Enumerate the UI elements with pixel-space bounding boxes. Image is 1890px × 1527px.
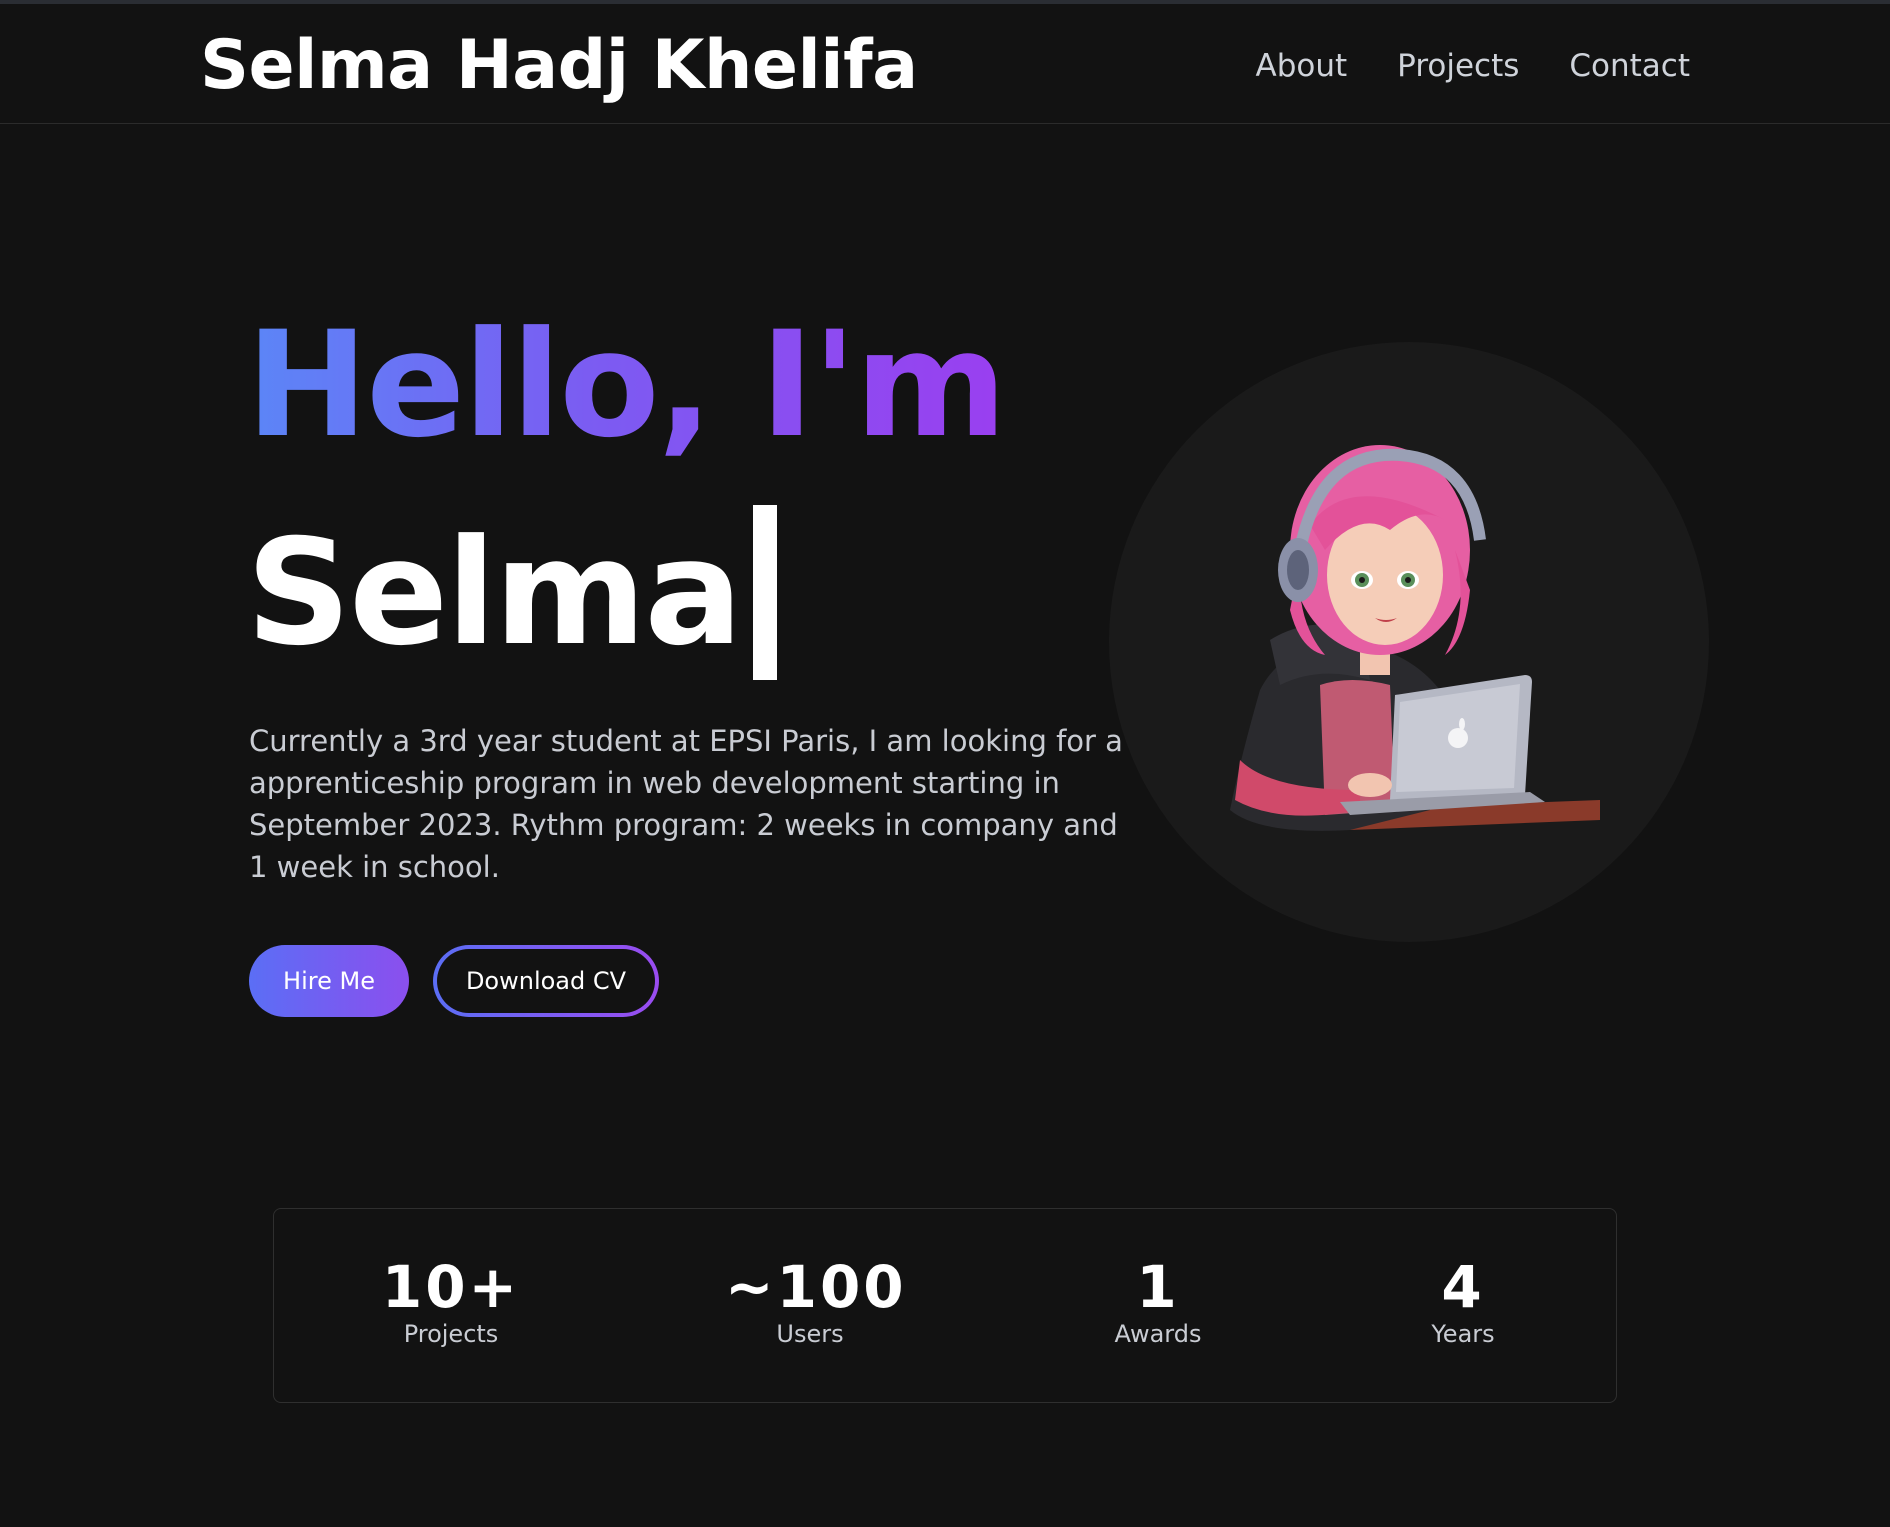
stat-label: Projects xyxy=(403,1320,499,1348)
stat-label: Users xyxy=(776,1320,844,1348)
site-brand[interactable]: Selma Hadj Khelifa xyxy=(200,26,918,106)
nav-about[interactable]: About xyxy=(1256,48,1348,84)
stat-value: ~100 xyxy=(725,1253,907,1321)
stat-label: Years xyxy=(1431,1320,1495,1348)
typing-caret xyxy=(752,505,777,680)
main-nav: About Projects Contact xyxy=(1256,48,1690,84)
download-cv-button[interactable]: Download CV xyxy=(433,945,659,1017)
avatar-illustration xyxy=(1230,445,1600,831)
hero-greeting: Hello, I'm xyxy=(246,300,1007,470)
stat-value: 4 xyxy=(1441,1253,1485,1321)
stat-value: 10+ xyxy=(381,1253,521,1321)
stats-panel: 10+ Projects ~100 Users 1 Awards 4 Years xyxy=(273,1208,1617,1403)
stat-awards: 1 Awards xyxy=(1073,1257,1243,1349)
stat-value: 1 xyxy=(1136,1253,1180,1321)
site-header: Selma Hadj Khelifa About Projects Contac… xyxy=(0,4,1890,124)
stat-users: ~100 Users xyxy=(725,1253,907,1349)
nav-projects[interactable]: Projects xyxy=(1397,48,1519,84)
hero-description: Currently a 3rd year student at EPSI Par… xyxy=(249,724,1123,884)
stat-label: Awards xyxy=(1114,1320,1202,1348)
stat-projects: 10+ Projects xyxy=(366,1257,536,1349)
hero-name-line: Selma xyxy=(246,505,777,680)
hero-name: Selma xyxy=(246,507,743,678)
hire-me-button[interactable]: Hire Me xyxy=(249,945,409,1017)
nav-contact[interactable]: Contact xyxy=(1569,48,1690,84)
stat-years: 4 Years xyxy=(1378,1257,1548,1349)
